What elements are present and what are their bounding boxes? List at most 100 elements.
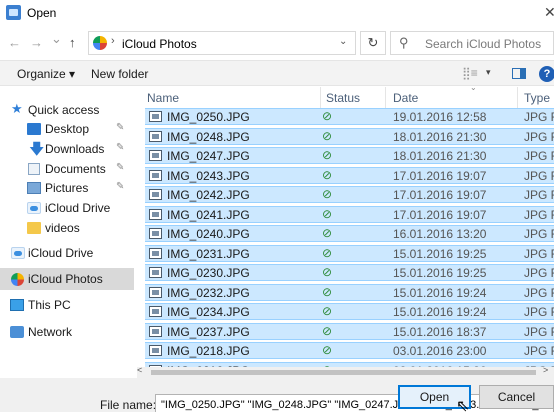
image-file-icon: [149, 130, 162, 142]
breadcrumb-separator-icon[interactable]: ›: [111, 35, 115, 47]
column-header-status[interactable]: Status: [326, 91, 360, 105]
table-row[interactable]: IMG_0248.JPG ⊘ 18.01.2016 21:30 JPG Fil: [145, 127, 554, 145]
sidebar-item-icloud-photos[interactable]: iCloud Photos: [0, 268, 134, 290]
address-dropdown-icon[interactable]: ⌄: [339, 36, 347, 47]
close-icon[interactable]: ✕: [544, 4, 554, 21]
sidebar-item-label: This PC: [28, 298, 71, 312]
view-dropdown-icon[interactable]: ▾: [486, 67, 491, 78]
file-date: 03.01.2016 23:00: [393, 344, 487, 358]
table-row[interactable]: IMG_0232.JPG ⊘ 15.01.2016 19:24 JPG Fil: [145, 283, 554, 301]
recent-locations-chevron-icon[interactable]: ⌄: [51, 31, 62, 47]
sidebar-item-videos[interactable]: videos: [0, 217, 134, 239]
refresh-button[interactable]: ↻: [360, 31, 386, 55]
sidebar-item-label: iCloud Drive: [28, 246, 94, 260]
scroll-thumb[interactable]: [151, 370, 536, 375]
file-date: 15.01.2016 19:25: [393, 266, 487, 280]
file-date: 17.01.2016 19:07: [393, 188, 487, 202]
column-divider[interactable]: [385, 87, 386, 108]
sync-status-icon: ⊘: [322, 187, 333, 201]
file-date: 18.01.2016 21:30: [393, 149, 487, 163]
sidebar-item-pictures[interactable]: Pictures ✎: [0, 177, 134, 199]
up-arrow-icon[interactable]: ↑: [69, 35, 76, 50]
table-row[interactable]: IMG_0230.JPG ⊘ 15.01.2016 19:25 JPG Fil: [145, 264, 554, 281]
sync-status-icon: ⊘: [322, 109, 333, 123]
folder-icon: [27, 222, 41, 234]
sidebar-item-icloud-drive-quick[interactable]: iCloud Drive: [0, 197, 134, 219]
column-divider[interactable]: [517, 87, 518, 108]
file-list[interactable]: Name Status Date ⌄ Type IMG_0250.JPG ⊘ 19.…: [137, 87, 554, 367]
column-header-type[interactable]: Type: [524, 91, 550, 105]
file-name: IMG_0243.JPG: [167, 168, 250, 183]
navigation-pane: ★ Quick access Desktop ✎ 🡇 Downloads ✎ D…: [0, 87, 134, 378]
sidebar-item-label: Pictures: [45, 181, 89, 195]
sync-status-icon: ⊘: [322, 167, 333, 182]
sync-status-icon: ⊘: [322, 265, 333, 279]
table-row[interactable]: IMG_0234.JPG ⊘ 15.01.2016 19:24 JPG Fil: [145, 303, 554, 320]
horizontal-scrollbar[interactable]: < >: [137, 365, 554, 378]
sidebar-item-label: iCloud Photos: [28, 272, 103, 286]
table-row[interactable]: IMG_0231.JPG ⊘ 15.01.2016 19:25 JPG Fil: [145, 244, 554, 262]
column-header-name[interactable]: Name: [147, 91, 179, 105]
search-placeholder: Search iCloud Photos: [425, 37, 542, 51]
sync-status-icon: ⊘: [322, 284, 333, 299]
file-date: 16.01.2016 13:20: [393, 227, 487, 241]
image-file-icon: [149, 208, 162, 220]
column-divider[interactable]: [320, 87, 321, 108]
sync-status-icon: ⊘: [322, 323, 333, 338]
file-name: IMG_0232.JPG: [167, 285, 250, 300]
file-type: JPG Fil: [524, 207, 554, 222]
column-header-date[interactable]: Date: [393, 91, 418, 105]
file-type: JPG Fil: [524, 129, 554, 144]
icloud-icon: [27, 202, 41, 214]
image-file-icon: [149, 267, 162, 278]
new-folder-button[interactable]: New folder: [91, 67, 148, 81]
icloud-icon: [11, 247, 25, 259]
sidebar-item-desktop[interactable]: Desktop ✎: [0, 118, 134, 140]
table-row[interactable]: IMG_0242.JPG ⊘ 17.01.2016 19:07 JPG Fil: [145, 186, 554, 203]
sidebar-item-label: Quick access: [28, 103, 100, 117]
table-row[interactable]: IMG_0243.JPG ⊘ 17.01.2016 19:07 JPG Fil: [145, 166, 554, 184]
image-file-icon: [149, 306, 162, 317]
title-bar: Open ✕: [0, 0, 554, 26]
breadcrumb-location[interactable]: iCloud Photos: [122, 37, 197, 51]
table-row[interactable]: IMG_0237.JPG ⊘ 15.01.2016 18:37 JPG Fil: [145, 322, 554, 340]
table-row[interactable]: IMG_0241.JPG ⊘ 17.01.2016 19:07 JPG Fil: [145, 205, 554, 223]
pictures-icon: [27, 182, 41, 194]
file-date: 15.01.2016 19:25: [393, 246, 487, 261]
search-input[interactable]: ⚲ Search iCloud Photos: [390, 31, 554, 55]
file-name-label: File name:: [100, 398, 157, 412]
sync-status-icon: ⊘: [322, 128, 333, 143]
file-name: IMG_0240.JPG: [167, 227, 250, 241]
sidebar-item-downloads[interactable]: 🡇 Downloads ✎: [0, 138, 134, 160]
sync-status-icon: ⊘: [322, 206, 333, 221]
file-type: JPG Fil: [524, 344, 554, 358]
organize-button[interactable]: Organize ▾: [17, 67, 75, 81]
forward-arrow-icon[interactable]: →: [30, 35, 43, 50]
table-row[interactable]: IMG_0247.JPG ⊘ 18.01.2016 21:30 JPG Fil: [145, 147, 554, 164]
file-name: IMG_0231.JPG: [167, 246, 250, 261]
file-name: IMG_0237.JPG: [167, 324, 250, 339]
photos-icon: [93, 36, 107, 50]
scroll-right-icon[interactable]: >: [543, 365, 548, 375]
back-arrow-icon[interactable]: ←: [8, 35, 21, 50]
mouse-cursor-icon: ⇖: [456, 398, 470, 412]
scroll-left-icon[interactable]: <: [137, 365, 142, 375]
pin-icon: ✎: [116, 142, 125, 153]
cancel-button[interactable]: Cancel: [479, 385, 554, 409]
sidebar-item-label: Documents: [45, 162, 106, 176]
sidebar-item-icloud-drive[interactable]: iCloud Drive: [0, 242, 134, 264]
sidebar-item-network[interactable]: Network: [0, 321, 134, 343]
sidebar-item-this-pc[interactable]: This PC: [0, 294, 134, 316]
address-bar[interactable]: › iCloud Photos ⌄: [88, 31, 356, 55]
help-icon[interactable]: ?: [539, 66, 554, 82]
file-type: JPG Fil: [524, 149, 554, 163]
file-date: 15.01.2016 18:37: [393, 324, 487, 339]
sidebar-item-label: iCloud Drive: [45, 201, 111, 215]
file-date: 19.01.2016 12:58: [393, 110, 487, 124]
table-row[interactable]: IMG_0250.JPG ⊘ 19.01.2016 12:58 JPG Fil: [145, 108, 554, 125]
preview-pane-icon[interactable]: [512, 68, 526, 79]
change-view-icon[interactable]: ⣿≡: [462, 66, 478, 80]
table-row[interactable]: IMG_0218.JPG ⊘ 03.01.2016 23:00 JPG Fil: [145, 342, 554, 359]
table-row[interactable]: IMG_0240.JPG ⊘ 16.01.2016 13:20 JPG Fil: [145, 225, 554, 242]
file-name: IMG_0218.JPG: [167, 344, 250, 358]
